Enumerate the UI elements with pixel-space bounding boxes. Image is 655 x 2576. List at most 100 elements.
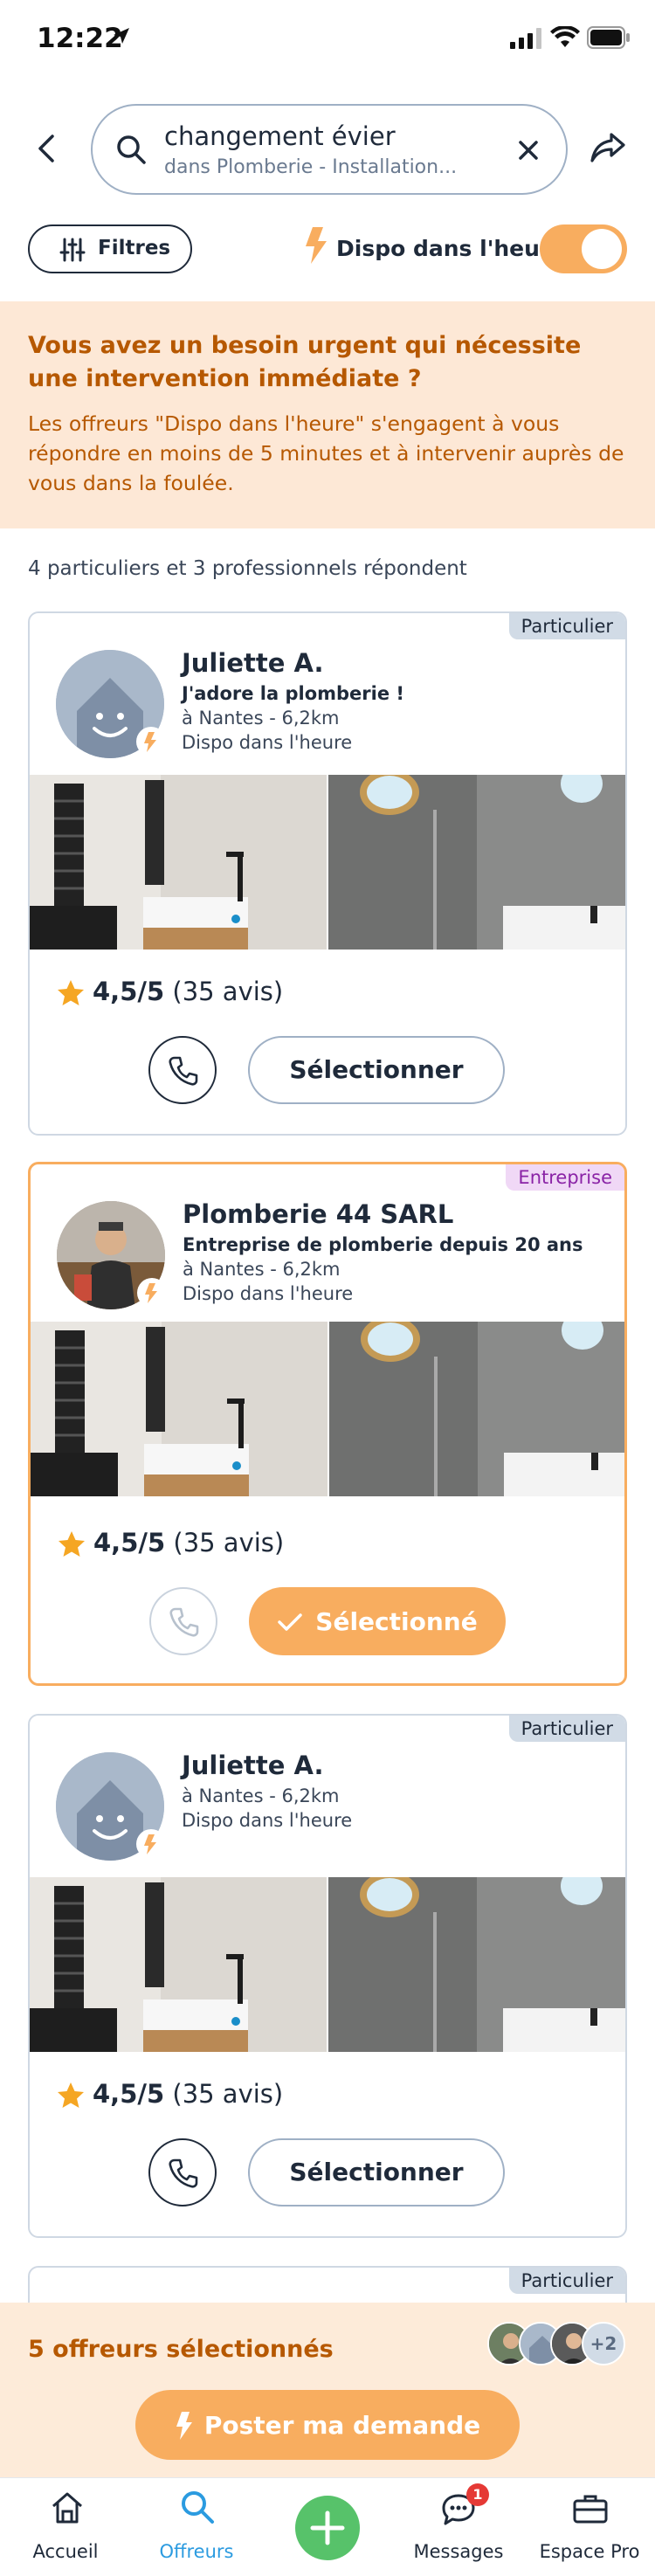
- filters-icon: [59, 238, 86, 262]
- filters-button[interactable]: Filtres: [28, 224, 192, 273]
- selection-count: 5 offreurs sélectionnés: [28, 2336, 334, 2363]
- filters-label: Filtres: [98, 237, 171, 259]
- photo-gallery[interactable]: [31, 1322, 624, 1496]
- provider-card[interactable]: Particulier Juliette A. J'adore la plomb…: [28, 611, 627, 1136]
- tab-label: Accueil: [32, 2541, 99, 2562]
- provider-availability: Dispo dans l'heure: [183, 1283, 354, 1304]
- wifi-icon: [550, 26, 580, 47]
- rating-value: 4,5/5 (35 avis): [93, 2079, 283, 2109]
- selected-button[interactable]: Sélectionné: [249, 1587, 506, 1655]
- bathroom-sink-photo[interactable]: [31, 1322, 328, 1496]
- tab-espace-pro[interactable]: Espace Pro: [524, 2478, 655, 2576]
- shower-photo[interactable]: [329, 1322, 624, 1496]
- lightning-icon: [306, 227, 327, 264]
- selected-label: Sélectionné: [315, 1607, 478, 1636]
- provider-location: à Nantes - 6,2km: [182, 1785, 340, 1806]
- star-icon: [58, 2082, 84, 2108]
- call-button[interactable]: [149, 1587, 217, 1655]
- tab-label: Offreurs: [159, 2541, 234, 2562]
- type-badge: Particulier: [508, 2268, 625, 2294]
- provider-name: Juliette A.: [182, 1751, 324, 1780]
- tab-offreurs[interactable]: Offreurs: [131, 2478, 262, 2576]
- briefcase-icon: [573, 2495, 608, 2524]
- call-button[interactable]: [148, 1036, 217, 1104]
- provider-availability: Dispo dans l'heure: [182, 1810, 353, 1831]
- rating-value: 4,5/5 (35 avis): [93, 977, 283, 1006]
- lightning-icon: [144, 1834, 156, 1854]
- selection-bar: 5 offreurs sélectionnés +2 Poster ma dem…: [0, 2303, 655, 2477]
- urgent-text: Les offreurs "Dispo dans l'heure" s'enga…: [28, 411, 624, 495]
- tab-messages[interactable]: 1 Messages: [393, 2478, 524, 2576]
- search-field[interactable]: changement évier dans Plomberie - Instal…: [91, 104, 568, 195]
- toggle-knob: [582, 229, 622, 269]
- status-time: 12:22: [37, 23, 123, 54]
- more-avatars-count: +2: [582, 2322, 625, 2365]
- select-button[interactable]: Sélectionner: [248, 1036, 505, 1104]
- provider-card[interactable]: Particulier Juliette A. à Nantes - 6,2km…: [28, 1714, 627, 2238]
- urgent-banner: Vous avez un besoin urgent qui nécessite…: [0, 301, 655, 528]
- provider-availability: Dispo dans l'heure: [182, 732, 353, 753]
- rating-score: 4,5/5: [93, 2079, 165, 2109]
- search-icon: [117, 135, 146, 164]
- select-button[interactable]: Sélectionner: [248, 2138, 505, 2207]
- bathroom-sink-photo[interactable]: [30, 1877, 327, 2052]
- search-context: dans Plomberie - Installation...: [164, 156, 458, 178]
- dispo-badge: [136, 1829, 166, 1859]
- type-badge: Entreprise: [506, 1164, 624, 1191]
- rating-score: 4,5/5: [93, 977, 165, 1006]
- home-icon: [52, 2492, 82, 2524]
- photo-gallery[interactable]: [30, 1877, 625, 2052]
- provider-card-selected[interactable]: Entreprise Plomberie 44 SARL Entreprise …: [28, 1162, 627, 1686]
- search-query: changement évier: [164, 121, 396, 151]
- lightning-icon: [144, 732, 156, 752]
- clear-icon[interactable]: [517, 139, 540, 162]
- check-icon: [278, 1613, 303, 1631]
- urgent-title: Vous avez un besoin urgent qui nécessite…: [28, 332, 582, 392]
- dispo-label: Dispo dans l'heure: [336, 236, 566, 261]
- provider-tagline: Entreprise de plomberie depuis 20 ans: [183, 1234, 583, 1255]
- lightning-icon: [176, 2412, 192, 2440]
- provider-tagline: J'adore la plomberie !: [182, 683, 404, 704]
- call-button[interactable]: [148, 2138, 217, 2207]
- provider-location: à Nantes - 6,2km: [182, 708, 340, 729]
- signal-icon: [510, 28, 541, 49]
- back-arrow-icon[interactable]: [33, 133, 59, 164]
- tab-label: Messages: [413, 2541, 504, 2562]
- lightning-icon: [145, 1283, 157, 1303]
- dispo-badge: [136, 727, 166, 756]
- status-bar: 12:22: [0, 0, 655, 79]
- provider-location: à Nantes - 6,2km: [183, 1259, 341, 1280]
- star-icon: [58, 980, 84, 1005]
- phone-icon: [169, 2158, 198, 2188]
- provider-name: Juliette A.: [182, 648, 324, 678]
- battery-icon: [587, 26, 630, 49]
- post-request-button[interactable]: Poster ma demande: [135, 2390, 520, 2460]
- photo-gallery[interactable]: [30, 775, 625, 950]
- search-icon: [182, 2491, 214, 2524]
- tab-label: Espace Pro: [539, 2541, 640, 2562]
- tab-accueil[interactable]: Accueil: [0, 2478, 131, 2576]
- responders-summary: 4 particuliers et 3 professionnels répon…: [28, 557, 467, 580]
- location-arrow-icon: [114, 28, 129, 44]
- type-badge: Particulier: [508, 1716, 625, 1742]
- phone-icon: [169, 1056, 198, 1086]
- shower-photo[interactable]: [328, 775, 625, 950]
- shower-photo[interactable]: [328, 1877, 625, 2052]
- rating-count: (35 avis): [172, 977, 284, 1006]
- dispo-badge: [137, 1278, 167, 1308]
- plus-icon: [295, 2496, 360, 2560]
- type-badge: Particulier: [508, 613, 625, 639]
- rating-count: (35 avis): [173, 1528, 285, 1557]
- rating-score: 4,5/5: [93, 1528, 166, 1557]
- bathroom-sink-photo[interactable]: [30, 775, 327, 950]
- rating-count: (35 avis): [172, 2079, 284, 2109]
- provider-name: Plomberie 44 SARL: [183, 1199, 454, 1229]
- post-request-label: Poster ma demande: [203, 2411, 481, 2440]
- share-icon[interactable]: [589, 131, 627, 166]
- star-icon: [59, 1531, 85, 1557]
- notification-badge: 1: [466, 2483, 489, 2506]
- dispo-toggle[interactable]: [540, 224, 627, 273]
- phone-icon: [169, 1607, 199, 1637]
- tab-bar: Accueil Offreurs 1 Messages Espace Pro: [0, 2477, 655, 2576]
- tab-add[interactable]: [262, 2478, 393, 2576]
